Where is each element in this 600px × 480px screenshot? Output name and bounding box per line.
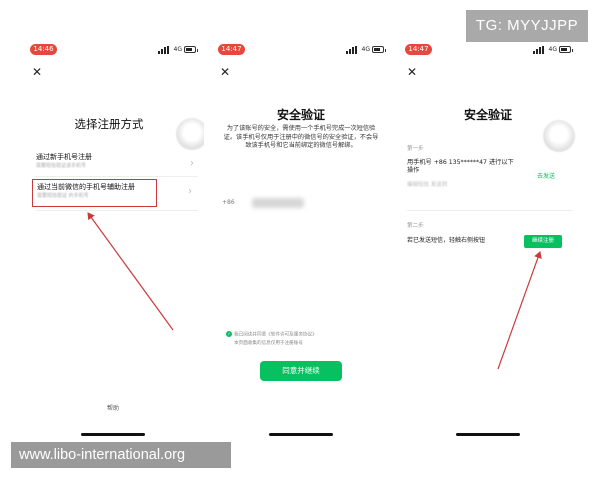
option-sublabel: 需要短信验证 的手机号 (37, 193, 89, 199)
status-time: 14:47 (218, 44, 245, 55)
website-watermark: www.libo-international.org (11, 442, 231, 468)
step-two-label: 第二步 (407, 223, 424, 229)
network-label: 4G (548, 46, 557, 53)
continue-register-button[interactable]: 继续注册 (524, 235, 562, 248)
option-sublabel: 需要短信验证该手机号 (36, 163, 87, 169)
signal-icon (533, 46, 545, 54)
page-title: 安全验证 (276, 108, 325, 122)
send-sms-link[interactable]: 去发送 (537, 171, 555, 180)
agreement-line-2: 本页面收集的信息仅用于注册账号 (234, 341, 303, 346)
battery-icon (184, 46, 198, 53)
country-code[interactable]: +86 (222, 199, 235, 206)
checkbox-checked-icon[interactable]: ✓ (226, 331, 232, 337)
option-label: 通过新手机号注册 (36, 153, 92, 161)
close-icon[interactable]: ✕ (220, 66, 230, 78)
step-one-label: 第一步 (407, 146, 424, 152)
battery-icon (372, 46, 386, 53)
close-icon[interactable]: ✕ (407, 66, 417, 78)
home-indicator (81, 433, 145, 436)
network-label: 4G (173, 46, 182, 53)
telegram-watermark: TG: MYYJJPP (466, 10, 588, 42)
description-text: 为了该账号的安全，需使用一个手机号完成一次短信验证。该手机号仅用于注册中的微信号… (223, 125, 379, 150)
home-indicator (456, 433, 520, 436)
agreement-text: ✓ 我已阅读并同意《软件许可及服务协议》 (226, 331, 386, 339)
battery-icon (559, 46, 573, 53)
agree-continue-button[interactable]: 同意并继续 (260, 361, 342, 381)
step-two-instruction: 若已发送短信，轻触右侧按钮 (407, 237, 486, 244)
chevron-right-icon: › (190, 158, 194, 169)
step-one-instruction: 用手机号 +86 135******47 进行以下 (407, 159, 514, 166)
status-time: 14:46 (30, 44, 57, 55)
home-indicator (269, 433, 333, 436)
agreement-line-1: 我已阅读并同意《软件许可及服务协议》 (234, 332, 317, 338)
option-label: 通过当前微信的手机号辅助注册 (37, 183, 135, 191)
avatar (543, 120, 575, 152)
help-link[interactable]: 帮助 (22, 403, 204, 412)
signal-icon (158, 46, 170, 54)
close-icon[interactable]: ✕ (32, 66, 42, 78)
option-new-phone[interactable]: 通过新手机号注册 需要短信验证该手机号 › (36, 152, 196, 178)
status-bar: 14:47 4G (405, 44, 573, 56)
status-bar: 14:46 4G (30, 44, 198, 56)
signal-icon (346, 46, 358, 54)
page-title: 安全验证 (463, 108, 512, 122)
step-one-instruction-cont: 操作 (407, 167, 420, 174)
phone-screen-security-verify: 14:47 4G ✕ 安全验证 为了该账号的安全，需使用一个手机号完成一次短信验… (210, 38, 392, 448)
phone-screen-send-sms: 14:47 4G ✕ 安全验证 第一步 用手机号 +86 135******47… (397, 38, 579, 448)
page-title: 选择注册方式 (74, 117, 144, 131)
option-current-wechat-phone[interactable]: 通过当前微信的手机号辅助注册 需要短信验证 的手机号 (32, 179, 157, 207)
phone-screen-register-method: 14:46 4G ✕ 选择注册方式 通过新手机号注册 需要短信验证该手机号 › … (22, 38, 204, 448)
chevron-right-icon: › (188, 186, 192, 197)
status-bar: 14:47 4G (218, 44, 386, 56)
sms-content-hint: 编辑短信 发送到 (407, 182, 448, 188)
divider (407, 210, 573, 211)
network-label: 4G (361, 46, 370, 53)
status-time: 14:47 (405, 44, 432, 55)
divider (36, 176, 198, 177)
divider (36, 210, 198, 211)
phone-number-field[interactable] (252, 198, 304, 208)
